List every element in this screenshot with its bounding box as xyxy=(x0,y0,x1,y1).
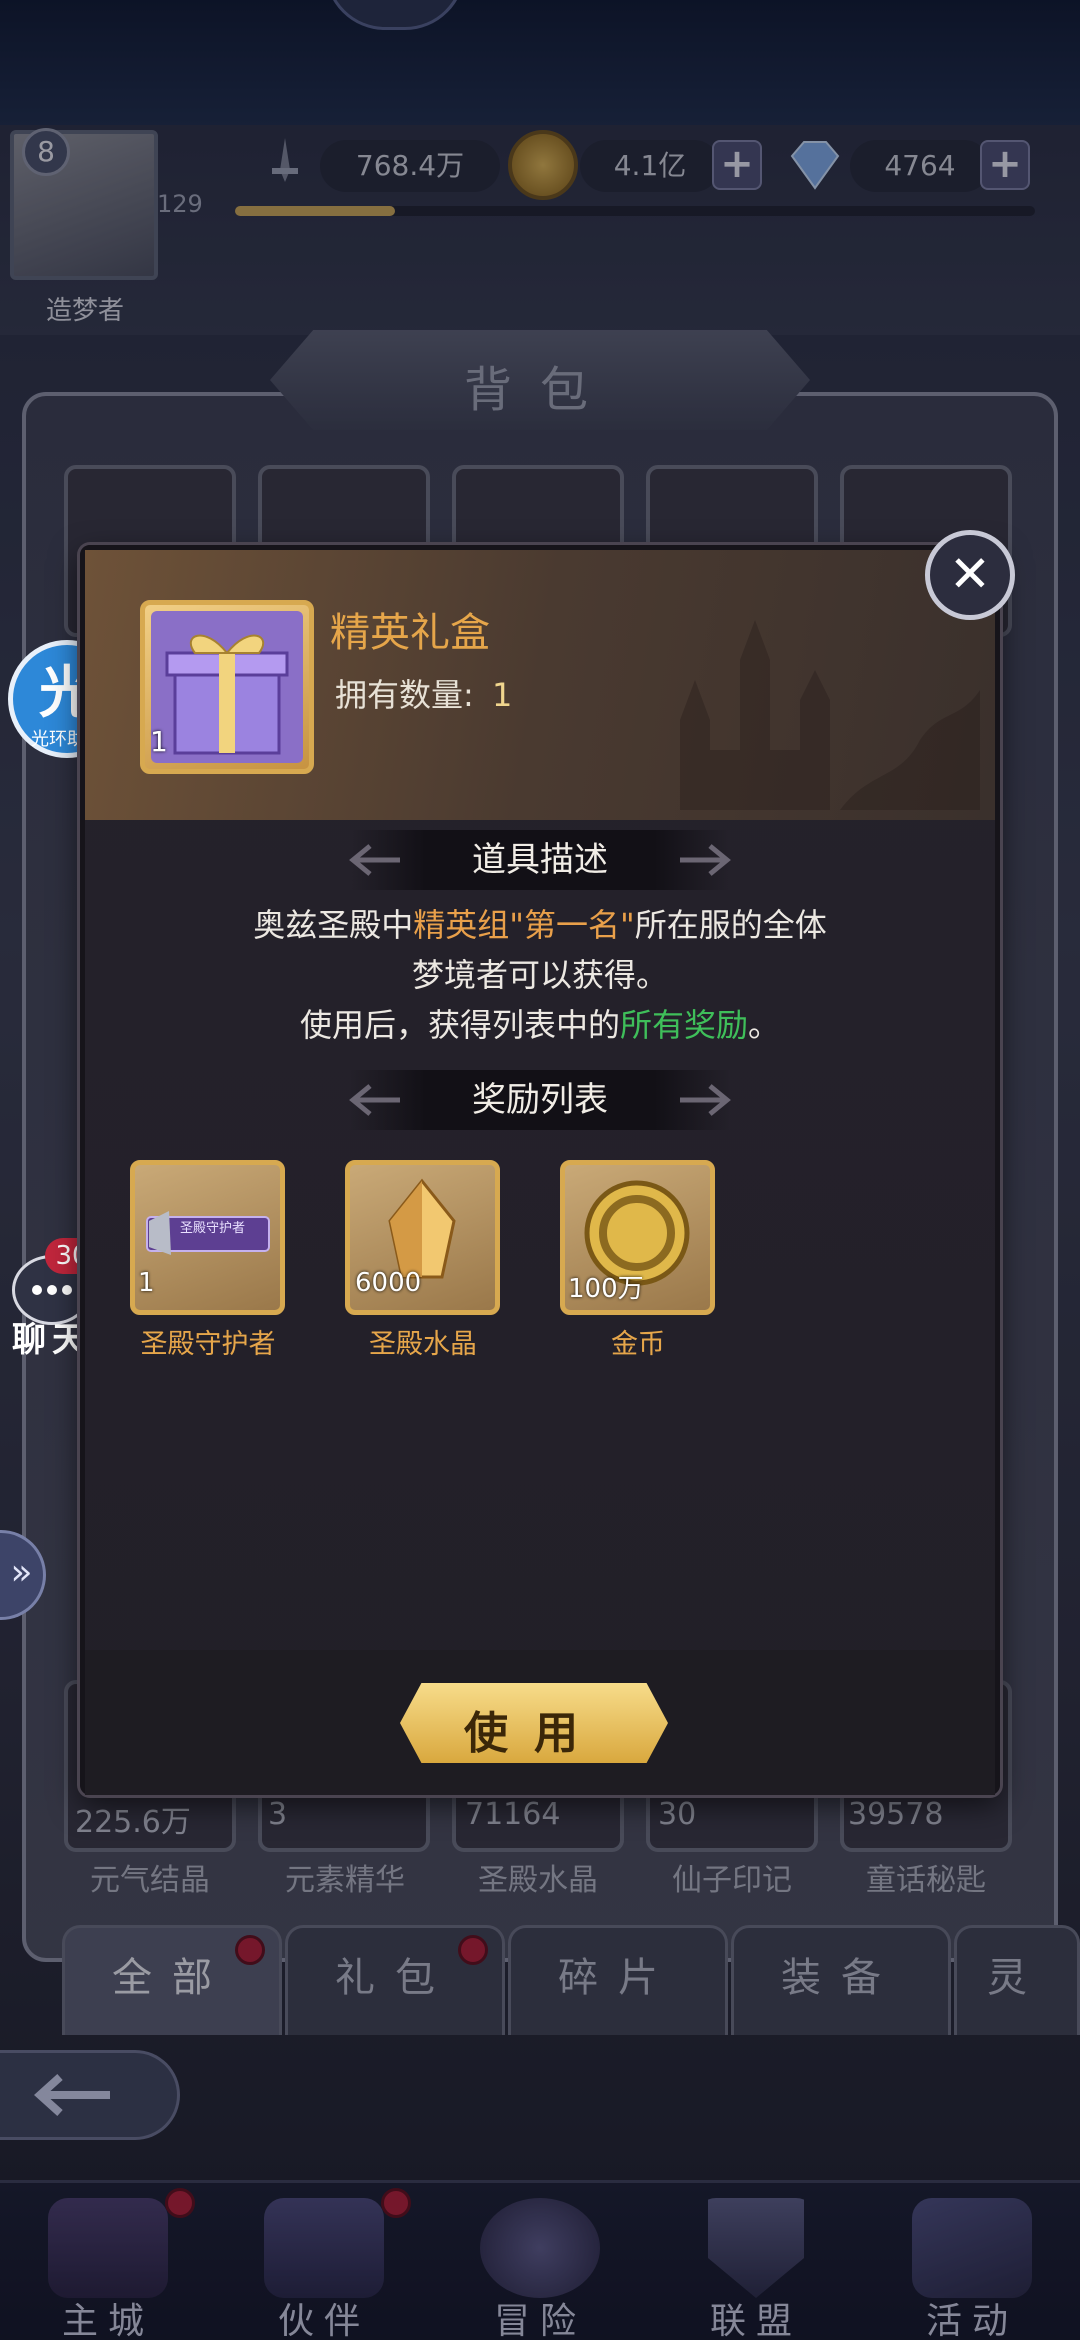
reward-count: 6000 xyxy=(355,1268,422,1298)
header-ornament-left-icon xyxy=(345,838,405,886)
item-count-label: 1 xyxy=(150,725,168,758)
item-description: 奥兹圣殿中精英组"第一名"所在服的全体梦境者可以获得。 使用后，获得列表中的所有… xyxy=(130,900,950,1050)
description-header: 道具描述 xyxy=(350,830,730,890)
close-button[interactable]: ✕ xyxy=(925,530,1015,620)
guardian-badge-icon xyxy=(146,1211,270,1255)
header-ornament-right-icon xyxy=(675,838,735,886)
reward-name: 圣殿守护者 xyxy=(140,1329,276,1360)
description-text: 使用后，获得列表中的 xyxy=(299,1006,620,1044)
owned-label: 拥有数量: xyxy=(335,676,474,714)
header-ornament-right-icon xyxy=(675,1078,735,1126)
reward-name: 圣殿水晶 xyxy=(369,1329,477,1360)
reward-list-header: 奖励列表 xyxy=(350,1070,730,1130)
reward-count: 100万 xyxy=(568,1274,644,1304)
item-name: 精英礼盒 xyxy=(330,610,490,656)
gift-box-icon xyxy=(151,611,303,763)
castle-silhouette-icon xyxy=(640,600,980,810)
reward-banner-text: 圣殿守护者 xyxy=(180,1221,246,1236)
reward-name: 金币 xyxy=(611,1329,665,1360)
description-highlight: 所有奖励 xyxy=(619,1006,748,1044)
description-line: 奥兹圣殿中精英组"第一名"所在服的全体梦境者可以获得。 xyxy=(130,900,950,1000)
header-ornament-left-icon xyxy=(345,1078,405,1126)
use-button-label[interactable]: 使用 xyxy=(400,1697,668,1761)
description-highlight: 精英组"第一名" xyxy=(413,906,635,944)
owned-value: 1 xyxy=(491,676,513,714)
description-line: 使用后，获得列表中的所有奖励。 xyxy=(130,1000,950,1050)
owned-count: 拥有数量: 1 xyxy=(335,670,512,716)
description-text: 奥兹圣殿中 xyxy=(253,906,414,944)
reward-count: 1 xyxy=(138,1268,155,1298)
description-text: 。 xyxy=(748,1006,781,1044)
game-screen: 8 造梦者 129 768.4万 4.1亿 + 4764 + 背包 225.6万… xyxy=(0,0,1080,2340)
